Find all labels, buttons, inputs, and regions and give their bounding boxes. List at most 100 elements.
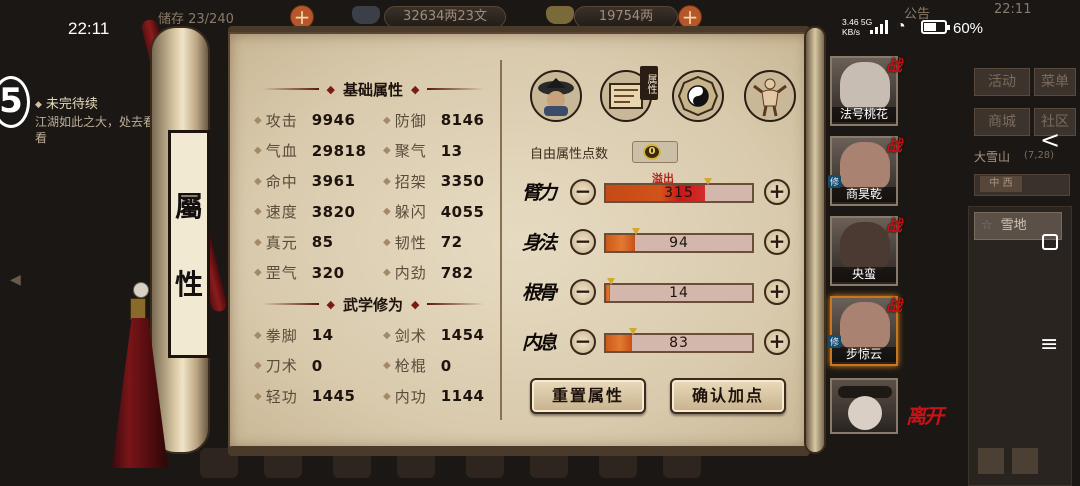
nav-home-icon[interactable] — [1042, 234, 1058, 250]
nav-back-icon[interactable]: < — [1040, 126, 1060, 154]
stat-value: 1445 — [311, 387, 356, 405]
battle-badge: 战 — [885, 216, 902, 235]
confirm-points-button[interactable]: 确认加点 — [670, 378, 786, 414]
decrease-button[interactable]: − — [570, 279, 596, 305]
stat-value: 14 — [311, 326, 334, 344]
base-attributes-header: ◆ 基础属性 ◆ — [262, 77, 485, 101]
attribute-name: 根骨 — [522, 282, 557, 304]
stat-label: 防御 — [394, 111, 427, 130]
stat-martial_stats-4: ◆ 轻功 1445 — [254, 385, 355, 407]
character-card-4[interactable]: 步惊云 战修 — [828, 296, 902, 366]
attribute-row-0: 臂力 − 315 + — [522, 173, 794, 213]
stat-value: 3350 — [440, 172, 485, 190]
stat-value: 782 — [440, 263, 474, 282]
increase-button[interactable]: + — [764, 179, 790, 205]
character-name: 商昊乾 — [832, 187, 896, 202]
stat-label: 真元 — [265, 233, 298, 252]
activity-button[interactable]: 活动 — [974, 68, 1030, 96]
stat-label: 躲闪 — [394, 203, 427, 221]
taiji-tab-icon[interactable] — [672, 70, 724, 122]
stat-base_stats-3: ◆ 聚气 13 — [383, 140, 463, 162]
cultivate-badge: 修 — [828, 335, 842, 348]
menu-button[interactable]: 菜单 — [1034, 68, 1076, 96]
diamond-icon: ◆ — [254, 114, 262, 126]
panel-divider — [500, 60, 502, 420]
stat-value: 320 — [311, 263, 345, 282]
map-button-2[interactable] — [1012, 448, 1038, 474]
increase-button[interactable]: + — [764, 329, 790, 355]
attribute-name: 内息 — [522, 332, 557, 354]
decrease-button[interactable]: − — [570, 229, 596, 255]
character-tab-icon[interactable] — [530, 70, 582, 122]
martial-attributes-header: ◆ 武学修为 ◆ — [262, 292, 485, 316]
gold-ingot-icon — [546, 6, 574, 24]
nav-menu-icon[interactable]: ≡ — [1040, 334, 1058, 356]
quest-text: 江湖如此之大，处去看看 — [35, 115, 156, 145]
bar-marker-icon — [606, 278, 615, 285]
storage-count: 储存 23/240 — [158, 12, 234, 27]
character-card-1[interactable]: 法号桃花 战 — [830, 56, 902, 126]
stat-label: 攻击 — [265, 111, 298, 130]
stat-label: 剑术 — [394, 326, 427, 345]
stat-value: 9946 — [311, 111, 356, 129]
character-name: 步惊云 — [832, 347, 896, 362]
quest-title[interactable]: 未完待续 — [35, 93, 98, 112]
quest-badge[interactable]: 5 — [0, 76, 30, 128]
attribute-value: 83 — [669, 335, 689, 351]
diamond-icon: ◆ — [383, 114, 391, 126]
character-hat-icon — [538, 78, 574, 116]
character-card-3[interactable]: 央蛮 战 — [830, 216, 902, 286]
bar-marker-icon — [632, 228, 640, 235]
diamond-icon: ◆ — [254, 329, 262, 341]
stat-label: 聚气 — [394, 142, 427, 160]
stat-martial_stats-5: ◆ 内功 1144 — [383, 385, 484, 407]
stat-base_stats-2: ◆ 气血 29818 — [254, 140, 366, 162]
attribute-value: 94 — [669, 235, 689, 251]
stat-martial_stats-0: ◆ 拳脚 14 — [254, 324, 334, 346]
increase-button[interactable]: + — [764, 279, 790, 305]
attribute-row-1: 身法 − 94 + — [522, 223, 794, 263]
stat-base_stats-11: ◆ 内劲 782 — [383, 262, 474, 284]
location-name: 大雪山 — [974, 150, 1011, 164]
scroll-title: 屬 性 — [168, 130, 210, 358]
jade-bead-icon — [133, 282, 149, 298]
stat-label: 拳脚 — [265, 326, 298, 345]
stat-base_stats-9: ◆ 韧性 72 — [383, 231, 463, 253]
reset-attributes-button[interactable]: 重置属性 — [530, 378, 646, 414]
map-tab-active[interactable]: 中 西 — [980, 176, 1022, 192]
character-card-2[interactable]: 商昊乾 战修 — [828, 136, 902, 206]
bar-marker-icon — [629, 328, 637, 335]
attribute-name: 身法 — [522, 232, 557, 254]
character-card-5[interactable] — [830, 378, 898, 434]
scroll-rod-right — [804, 26, 826, 454]
stat-base_stats-8: ◆ 真元 85 — [254, 231, 334, 253]
increase-button[interactable]: + — [764, 229, 790, 255]
star-icon: ☆ — [981, 218, 993, 233]
diamond-icon: ◆ — [254, 236, 262, 248]
bar-marker-icon — [704, 178, 712, 185]
battle-badge: 战 — [885, 136, 902, 155]
battle-badge: 战 — [885, 56, 902, 75]
stat-martial_stats-3: ◆ 枪棍 0 — [383, 355, 452, 377]
diamond-icon: ◆ — [383, 145, 391, 156]
shop-button[interactable]: 商城 — [974, 108, 1030, 136]
stat-value: 0 — [440, 356, 452, 375]
map-button-1[interactable] — [978, 448, 1004, 474]
stat-value: 3820 — [311, 202, 356, 221]
decrease-button[interactable]: − — [570, 179, 596, 205]
collapse-left-icon[interactable]: ◀ — [10, 272, 21, 288]
leave-button[interactable]: 离开 — [906, 406, 944, 426]
stat-base_stats-7: ◆ 躲闪 4055 — [383, 201, 484, 223]
decrease-button[interactable]: − — [570, 329, 596, 355]
notice-link[interactable]: 公告 — [904, 3, 930, 22]
side-menu: 活动 菜单 商城 社区 大雪山 (7,28) 中 西 ☆ 雪地 — [940, 36, 1080, 486]
attribute-bar: 94 — [604, 228, 754, 253]
stat-label: 枪棍 — [394, 357, 427, 375]
diamond-icon: ◆ — [383, 360, 391, 371]
diamond-icon: ◆ — [254, 267, 262, 278]
scroll-edge-bottom — [228, 446, 810, 456]
diamond-icon: ◆ — [383, 175, 391, 187]
stat-base_stats-6: ◆ 速度 3820 — [254, 201, 355, 223]
stat-label: 韧性 — [394, 233, 427, 252]
body-tab-icon[interactable] — [744, 70, 796, 122]
